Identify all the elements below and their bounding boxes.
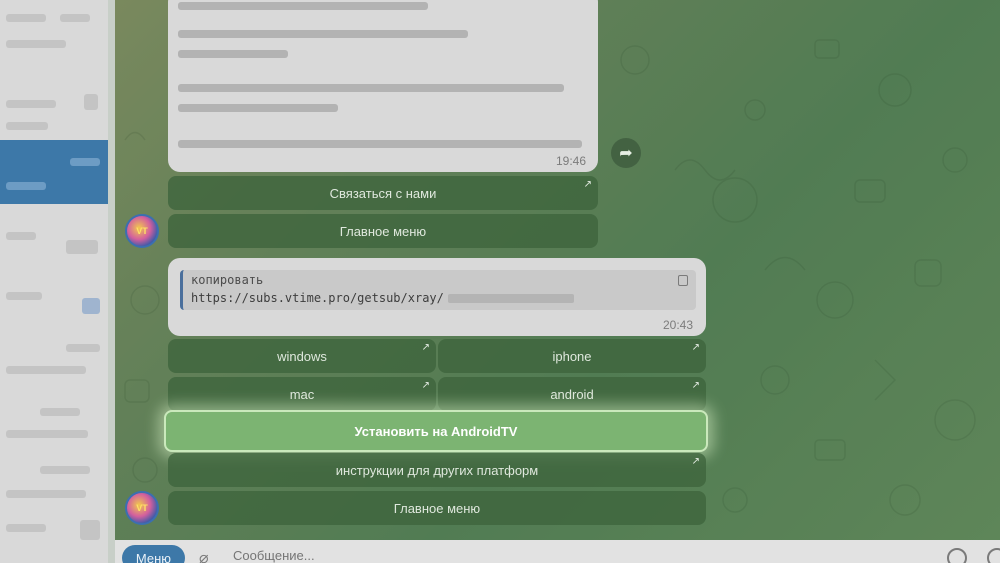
chat-list-item[interactable] [0, 520, 108, 563]
bot-menu-button[interactable]: Меню [122, 545, 185, 563]
arrow-up-right-icon: ↗ [421, 342, 430, 353]
button-label: iphone [552, 348, 592, 364]
chat-list-item[interactable] [0, 340, 108, 404]
contact-us-button[interactable]: Связаться с нами ↗ [168, 176, 598, 210]
bot-avatar[interactable]: VT [125, 491, 159, 525]
message-bubble: 19:46 [168, 0, 598, 172]
arrow-up-right-icon: ↗ [691, 342, 700, 353]
code-block[interactable]: копировать https://subs.vtime.pro/getsub… [180, 270, 696, 310]
chat-list-item[interactable] [0, 0, 108, 64]
bot-avatar[interactable]: VT [125, 214, 159, 248]
menu-label: Меню [135, 551, 172, 563]
subscription-url[interactable]: https://subs.vtime.pro/getsub/xray/ [191, 291, 688, 305]
emoji-icon[interactable] [947, 548, 967, 563]
android-button[interactable]: android ↗ [438, 377, 706, 411]
main-menu-button[interactable]: Главное меню [168, 491, 706, 525]
arrow-up-right-icon: ↗ [691, 456, 700, 467]
copy-icon[interactable] [678, 275, 688, 286]
button-label: Главное меню [339, 223, 427, 239]
windows-button[interactable]: windows ↗ [168, 339, 436, 373]
mac-button[interactable]: mac ↗ [168, 377, 436, 411]
button-label: Главное меню [393, 500, 481, 516]
sidebar-scrollbar[interactable] [108, 0, 115, 563]
microphone-icon[interactable] [987, 548, 1000, 563]
arrow-up-right-icon: ↗ [583, 179, 592, 190]
redacted-token [447, 293, 574, 303]
main-menu-button[interactable]: Главное меню [168, 214, 598, 248]
iphone-button[interactable]: iphone ↗ [438, 339, 706, 373]
message-time: 20:43 [663, 318, 694, 332]
code-language-label: копировать [191, 273, 264, 287]
arrow-up-right-icon: ↗ [421, 380, 430, 391]
install-androidtv-button[interactable]: Установить на AndroidTV [164, 410, 708, 452]
button-label: инструкции для других платформ [335, 462, 539, 478]
chat-list-item[interactable] [0, 278, 108, 342]
arrow-up-right-icon: ↗ [691, 380, 700, 391]
button-label: Установить на AndroidTV [354, 423, 518, 439]
message-time: 19:46 [556, 154, 587, 168]
chat-list-item[interactable] [0, 460, 108, 524]
share-icon[interactable]: ➦ [611, 138, 641, 168]
chat-list-item[interactable] [0, 72, 108, 136]
button-label: android [550, 386, 594, 402]
message-bubble: копировать https://subs.vtime.pro/getsub… [168, 258, 706, 336]
other-platforms-button[interactable]: инструкции для других платформ ↗ [168, 453, 706, 487]
chat-area: 19:46 ➦ Связаться с нами ↗ Главное меню … [115, 0, 1000, 540]
chat-list-item-active[interactable] [0, 140, 108, 204]
button-label: windows [277, 348, 327, 364]
paperclip-icon[interactable]: ⌀ [199, 548, 209, 563]
message-composer: Меню ⌀ [115, 540, 1000, 563]
url-text: https://subs.vtime.pro/getsub/xray/ [191, 291, 444, 305]
button-label: mac [289, 386, 315, 402]
chat-list-sidebar [0, 0, 108, 563]
chat-list-item[interactable] [0, 210, 108, 274]
chat-list-item[interactable] [0, 400, 108, 464]
button-label: Связаться с нами [329, 185, 437, 201]
message-input[interactable] [233, 548, 833, 563]
